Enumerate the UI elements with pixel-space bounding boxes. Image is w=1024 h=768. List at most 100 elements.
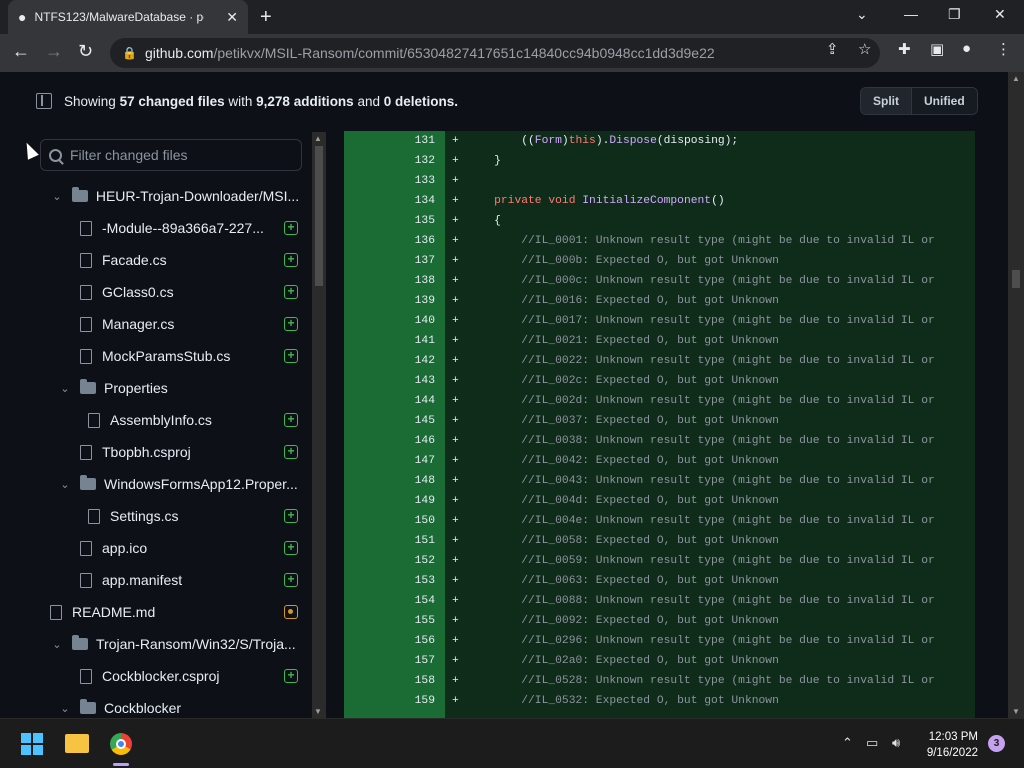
scroll-up-icon[interactable]: ▲	[314, 134, 322, 143]
line-number[interactable]: 141	[344, 331, 435, 351]
tree-folder[interactable]: ⌄ Properties	[58, 372, 298, 404]
line-number[interactable]: 159	[344, 691, 435, 711]
line-number[interactable]: 156	[344, 631, 435, 651]
tree-folder[interactable]: ⌄ Trojan-Ransom/Win32/S/Troja...	[50, 628, 298, 660]
tree-file[interactable]: GClass0.cs +	[58, 276, 298, 308]
line-number[interactable]: 134	[344, 191, 435, 211]
addition-marker: +	[452, 375, 459, 387]
tree-file[interactable]: MockParamsStub.cs +	[58, 340, 298, 372]
line-number[interactable]: 149	[344, 491, 435, 511]
tree-file[interactable]: Cockblocker.csproj +	[58, 660, 298, 692]
line-number[interactable]: 136	[344, 231, 435, 251]
line-number[interactable]: 140	[344, 311, 435, 331]
line-number[interactable]: 144	[344, 391, 435, 411]
scrollbar-thumb[interactable]	[315, 146, 323, 286]
diff-line: 147 + //IL_0042: Expected O, but got Unkn…	[344, 451, 975, 471]
line-number[interactable]: 135	[344, 211, 435, 231]
tree-file[interactable]: -Module--89a366a7-227... +	[58, 212, 298, 244]
line-number[interactable]: 147	[344, 451, 435, 471]
tray-chevron-up-icon[interactable]: ⌃	[842, 735, 853, 751]
line-number[interactable]: 137	[344, 251, 435, 271]
file-tree-scrollbar[interactable]: ▲ ▼	[312, 132, 326, 718]
tree-folder[interactable]: ⌄ HEUR-Trojan-Downloader/MSI...	[50, 180, 298, 212]
new-tab-button[interactable]: +	[260, 6, 272, 29]
line-number[interactable]: 155	[344, 611, 435, 631]
unified-view-button[interactable]: Unified	[911, 88, 977, 114]
chevron-down-icon[interactable]: ⌄	[58, 382, 72, 395]
sidebar-toggle-icon[interactable]	[36, 93, 52, 109]
close-window-icon[interactable]: ✕	[994, 6, 1006, 23]
taskbar-clock[interactable]: 12:03 PM 9/16/2022	[918, 729, 978, 761]
tree-file[interactable]: app.ico +	[58, 532, 298, 564]
line-number[interactable]: 133	[344, 171, 435, 191]
line-number[interactable]: 153	[344, 571, 435, 591]
line-number[interactable]: 142	[344, 351, 435, 371]
tree-file[interactable]: README.md	[50, 596, 298, 628]
line-number[interactable]: 154	[344, 591, 435, 611]
line-number[interactable]: 158	[344, 671, 435, 691]
line-number[interactable]: 138	[344, 271, 435, 291]
line-number[interactable]: 131	[344, 131, 435, 151]
split-view-button[interactable]: Split	[861, 88, 911, 114]
tree-file[interactable]: Tbopbh.csproj +	[58, 436, 298, 468]
filter-files-input[interactable]	[70, 147, 290, 163]
minimize-icon[interactable]: —	[904, 6, 918, 22]
browser-tab[interactable]: ● NTFS123/MalwareDatabase · pet ✕	[8, 0, 248, 34]
page-scroll-down-icon[interactable]: ▼	[1012, 707, 1020, 716]
line-number[interactable]: 150	[344, 511, 435, 531]
tree-file[interactable]: Facade.cs +	[58, 244, 298, 276]
file-icon	[88, 508, 100, 524]
scroll-down-icon[interactable]: ▼	[314, 707, 322, 716]
tab-search-icon[interactable]: ⌄	[856, 6, 868, 23]
side-panel-icon[interactable]: ▣	[930, 40, 944, 58]
chevron-down-icon[interactable]: ⌄	[50, 190, 64, 203]
chevron-down-icon[interactable]: ⌄	[58, 478, 72, 491]
chrome-icon[interactable]	[110, 733, 132, 755]
tree-folder[interactable]: ⌄ WindowsFormsApp12.Proper...	[58, 468, 298, 500]
tree-item-name: AssemblyInfo.cs	[110, 412, 212, 428]
line-number[interactable]: 132	[344, 151, 435, 171]
diff-line: 159 + //IL_0532: Expected O, but got Unkn…	[344, 691, 975, 711]
volume-icon[interactable]: 🔊︎	[892, 735, 900, 751]
filter-files-box[interactable]	[40, 139, 302, 171]
bookmark-star-icon[interactable]: ☆	[858, 40, 871, 58]
tree-file[interactable]: Manager.cs +	[58, 308, 298, 340]
addition-marker: +	[452, 635, 459, 647]
file-added-icon: +	[284, 509, 298, 523]
restore-icon[interactable]: ❐	[948, 6, 961, 23]
chevron-down-icon[interactable]: ⌄	[58, 702, 72, 715]
line-number[interactable]: 152	[344, 551, 435, 571]
code-text: //IL_0296: Unknown result type (might be…	[467, 635, 935, 647]
line-number[interactable]: 151	[344, 531, 435, 551]
tree-file[interactable]: app.manifest +	[58, 564, 298, 596]
page-scrollbar-thumb[interactable]	[1012, 270, 1020, 288]
share-icon[interactable]: ⇪	[826, 40, 839, 58]
line-number[interactable]: 143	[344, 371, 435, 391]
menu-icon[interactable]: ⋮	[996, 40, 1011, 58]
diff-line: 131 + ((Form)this).Dispose(disposing);	[344, 131, 975, 151]
tab-close-icon[interactable]: ✕	[226, 9, 238, 26]
page-scroll-up-icon[interactable]: ▲	[1012, 74, 1020, 83]
diff-line: 153 + //IL_0063: Expected O, but got Unkn…	[344, 571, 975, 591]
diff-line: 148 + //IL_0043: Unknown result type (mig…	[344, 471, 975, 491]
file-explorer-icon[interactable]	[65, 734, 89, 753]
profile-icon[interactable]: ●	[962, 40, 971, 57]
reload-icon[interactable]: ↻	[78, 41, 93, 62]
line-number[interactable]: 145	[344, 411, 435, 431]
line-number[interactable]: 146	[344, 431, 435, 451]
line-number[interactable]: 157	[344, 651, 435, 671]
line-number[interactable]: 148	[344, 471, 435, 491]
back-icon[interactable]: ←	[12, 41, 30, 62]
page-scrollbar[interactable]: ▲ ▼	[1008, 72, 1024, 718]
tree-file[interactable]: AssemblyInfo.cs +	[66, 404, 298, 436]
notification-badge[interactable]: 3	[988, 735, 1005, 752]
network-icon[interactable]: ▭	[866, 735, 878, 751]
tree-file[interactable]: Settings.cs +	[66, 500, 298, 532]
extensions-icon[interactable]: ✚	[898, 40, 911, 58]
chevron-down-icon[interactable]: ⌄	[50, 638, 64, 651]
forward-icon[interactable]: →	[45, 41, 63, 62]
windows-start-icon[interactable]	[21, 733, 43, 755]
line-number[interactable]: 139	[344, 291, 435, 311]
tree-folder[interactable]: ⌄ Cockblocker	[58, 692, 298, 718]
address-bar[interactable]: 🔒 github.com/petikvx/MSIL-Ransom/commit/…	[110, 38, 880, 68]
